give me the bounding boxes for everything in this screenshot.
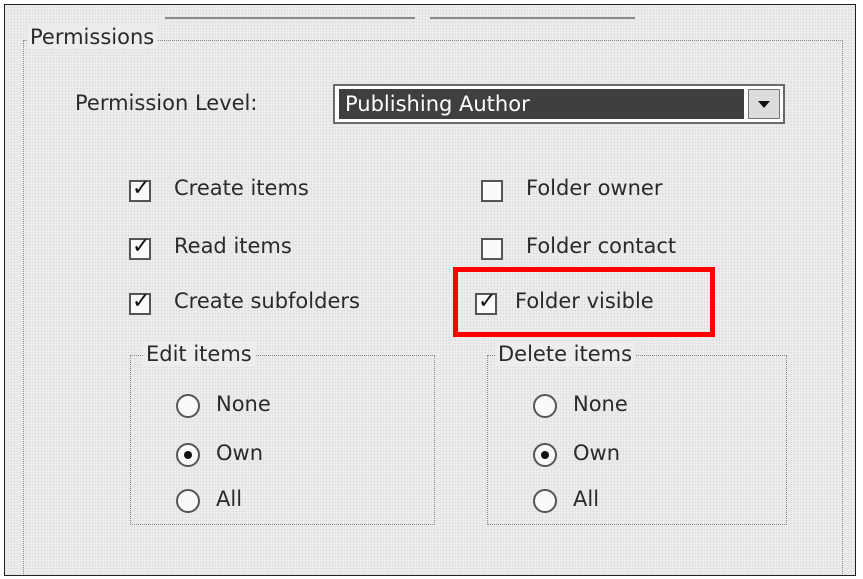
checkmark-icon: ✓ [132, 234, 151, 259]
folder-owner-label: Folder owner [526, 176, 663, 200]
edit-items-group: Edit items None Own All [130, 342, 435, 525]
create-subfolders-checkbox[interactable]: ✓ [129, 289, 151, 315]
delete-all-radio[interactable] [533, 489, 557, 513]
delete-all-label: All [573, 487, 600, 511]
edit-all-radio[interactable] [176, 489, 200, 513]
chevron-down-icon [758, 101, 770, 108]
edit-items-group-label: Edit items [143, 342, 255, 366]
tab-1[interactable] [165, 5, 415, 19]
dropdown-button[interactable] [748, 89, 780, 119]
permissions-dialog: Permissions Permission Level: Publishing… [4, 4, 856, 576]
read-items-label: Read items [174, 234, 292, 258]
delete-own-radio[interactable] [533, 443, 557, 467]
highlight-box [453, 267, 715, 337]
edit-own-label: Own [216, 441, 264, 465]
folder-contact-checkbox[interactable] [481, 238, 503, 260]
edit-none-label: None [216, 392, 271, 416]
delete-items-group: Delete items None Own All [487, 342, 787, 525]
permission-level-select[interactable]: Publishing Author [333, 84, 785, 124]
create-items-checkbox[interactable]: ✓ [129, 176, 151, 202]
permission-level-label: Permission Level: [75, 91, 258, 115]
folder-owner-checkbox[interactable] [481, 180, 503, 202]
tab-strip [5, 5, 855, 19]
delete-items-group-label: Delete items [495, 342, 636, 366]
edit-all-label: All [216, 487, 243, 511]
radio-selected-dot [184, 451, 192, 459]
tab-2[interactable] [430, 5, 635, 19]
create-items-label: Create items [174, 176, 309, 200]
delete-none-label: None [573, 392, 628, 416]
permission-level-value: Publishing Author [339, 89, 744, 119]
create-subfolders-label: Create subfolders [174, 289, 360, 313]
permissions-group-label: Permissions [27, 25, 158, 49]
folder-contact-label: Folder contact [526, 234, 677, 258]
edit-none-radio[interactable] [176, 394, 200, 418]
delete-own-label: Own [573, 441, 621, 465]
radio-selected-dot [541, 451, 549, 459]
checkmark-icon: ✓ [132, 289, 151, 314]
delete-none-radio[interactable] [533, 394, 557, 418]
read-items-checkbox[interactable]: ✓ [129, 234, 151, 260]
checkmark-icon: ✓ [132, 176, 151, 201]
edit-own-radio[interactable] [176, 443, 200, 467]
